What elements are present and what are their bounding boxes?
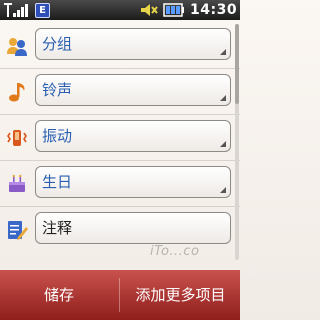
ringtone-icon — [9, 83, 25, 102]
status-bar: E 14:30 — [0, 0, 240, 20]
group-dropdown[interactable]: 分组 — [35, 28, 231, 60]
vibration-label: 振动 — [42, 127, 73, 145]
dropdown-arrow-icon — [220, 187, 226, 193]
save-button[interactable]: 储存 — [0, 270, 118, 320]
group-label: 分组 — [42, 35, 73, 53]
birthday-dropdown[interactable]: 生日 — [35, 166, 231, 198]
divider — [0, 206, 240, 207]
network-e-icon: E — [35, 3, 50, 18]
softkey-bar: 储存 添加更多项目 — [0, 270, 240, 320]
divider — [0, 160, 240, 161]
group-icon — [7, 38, 27, 56]
birthday-icon — [9, 174, 25, 192]
note-icon — [8, 221, 28, 240]
clock: 14:30 — [190, 2, 238, 18]
note-input[interactable]: 注释 — [35, 212, 231, 244]
mute-icon — [141, 4, 158, 16]
scrollbar-thumb[interactable] — [235, 24, 239, 104]
signal-icon — [4, 3, 28, 17]
divider — [0, 114, 240, 115]
dropdown-arrow-icon — [220, 141, 226, 147]
note-row: 注释 — [0, 208, 240, 252]
note-label: 注释 — [42, 219, 73, 237]
birthday-label: 生日 — [42, 173, 73, 191]
ringtone-row: 铃声 — [0, 70, 240, 114]
battery-icon — [163, 3, 184, 17]
vibration-dropdown[interactable]: 振动 — [35, 120, 231, 152]
ringtone-label: 铃声 — [42, 81, 73, 99]
add-more-items-button[interactable]: 添加更多项目 — [121, 270, 240, 320]
scrollbar[interactable] — [235, 24, 239, 260]
divider — [0, 68, 240, 69]
watermark: iTo...co — [150, 244, 200, 259]
ringtone-dropdown[interactable]: 铃声 — [35, 74, 231, 106]
softkey-divider — [119, 278, 120, 312]
group-row: 分组 — [0, 24, 240, 68]
dropdown-arrow-icon — [220, 95, 226, 101]
dropdown-arrow-icon — [220, 49, 226, 55]
birthday-row: 生日 — [0, 162, 240, 206]
vibration-icon — [7, 130, 27, 146]
vibration-row: 振动 — [0, 116, 240, 160]
